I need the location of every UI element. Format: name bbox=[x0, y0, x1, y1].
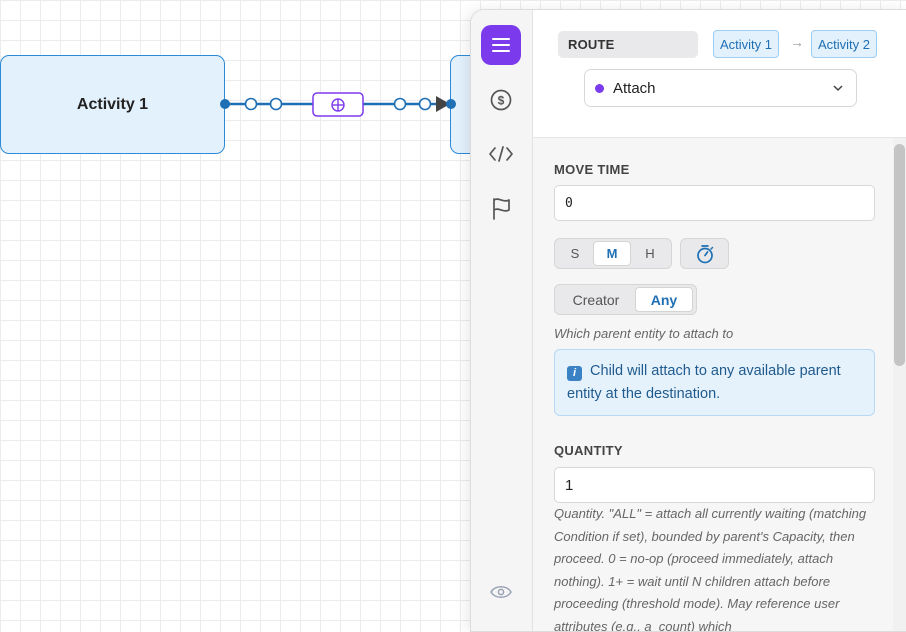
eye-icon bbox=[490, 586, 512, 598]
chevron-down-icon bbox=[833, 85, 843, 92]
move-time-input[interactable]: 0 bbox=[554, 185, 875, 221]
edge-waypoint[interactable] bbox=[418, 97, 432, 111]
attach-icon[interactable] bbox=[312, 92, 364, 117]
panel-content: ROUTE Activity 1 → Activity 2 Attach MOV… bbox=[533, 10, 906, 631]
move-time-label: MOVE TIME bbox=[554, 162, 630, 177]
creator-option[interactable]: Creator bbox=[557, 287, 635, 312]
route-header: ROUTE Activity 1 → Activity 2 Attach bbox=[533, 10, 906, 138]
panel-body: MOVE TIME 0 S M H Creator Any Which pare… bbox=[533, 138, 906, 631]
route-arrow-icon: → bbox=[790, 34, 804, 50]
edge-target-handle[interactable] bbox=[446, 99, 456, 109]
time-unit-toggle: S M H bbox=[554, 238, 672, 269]
any-option[interactable]: Any bbox=[635, 287, 693, 312]
edge-waypoint[interactable] bbox=[269, 97, 283, 111]
menu-icon bbox=[492, 38, 510, 52]
edge-source-handle[interactable] bbox=[220, 99, 230, 109]
route-properties-panel: $ ROUTE Activity 1 → Activity 2 Attach M… bbox=[470, 9, 906, 632]
route-badge: ROUTE bbox=[558, 31, 698, 58]
route-from-chip[interactable]: Activity 1 bbox=[713, 30, 780, 58]
edge-waypoint[interactable] bbox=[244, 97, 258, 111]
unit-m-button[interactable]: M bbox=[593, 241, 631, 266]
route-type-dot bbox=[595, 83, 604, 93]
attach-to-toggle: Creator Any bbox=[554, 284, 697, 315]
distribution-button[interactable] bbox=[680, 238, 729, 269]
flag-button[interactable] bbox=[481, 189, 521, 229]
visibility-button[interactable] bbox=[481, 572, 521, 612]
scrollbar-thumb[interactable] bbox=[894, 144, 905, 366]
code-icon bbox=[489, 146, 513, 162]
quantity-input[interactable]: 1 bbox=[554, 467, 875, 503]
info-icon: i bbox=[567, 366, 582, 381]
code-button[interactable] bbox=[481, 134, 521, 174]
quantity-description: Quantity. "ALL" = attach all currently w… bbox=[554, 506, 867, 632]
route-type-select[interactable]: Attach bbox=[584, 69, 857, 107]
route-type-value: Attach bbox=[613, 79, 656, 97]
svg-text:$: $ bbox=[498, 94, 505, 108]
unit-h-button[interactable]: H bbox=[631, 241, 669, 266]
edge-waypoint[interactable] bbox=[393, 97, 407, 111]
unit-s-button[interactable]: S bbox=[557, 241, 593, 266]
quantity-label: QUANTITY bbox=[554, 443, 623, 458]
attach-info-text: Child will attach to any available paren… bbox=[567, 363, 841, 402]
stopwatch-icon bbox=[696, 244, 713, 263]
panel-rail: $ bbox=[471, 10, 533, 631]
attach-info-callout: i Child will attach to any available par… bbox=[554, 349, 875, 416]
flag-icon bbox=[493, 198, 510, 220]
menu-button[interactable] bbox=[481, 25, 521, 65]
cost-button[interactable]: $ bbox=[481, 80, 521, 120]
route-to-chip[interactable]: Activity 2 bbox=[811, 30, 878, 58]
dollar-icon: $ bbox=[490, 89, 512, 111]
panel-scrollbar[interactable] bbox=[893, 138, 906, 631]
route-edge[interactable] bbox=[0, 0, 470, 160]
attach-to-hint: Which parent entity to attach to bbox=[554, 326, 734, 341]
